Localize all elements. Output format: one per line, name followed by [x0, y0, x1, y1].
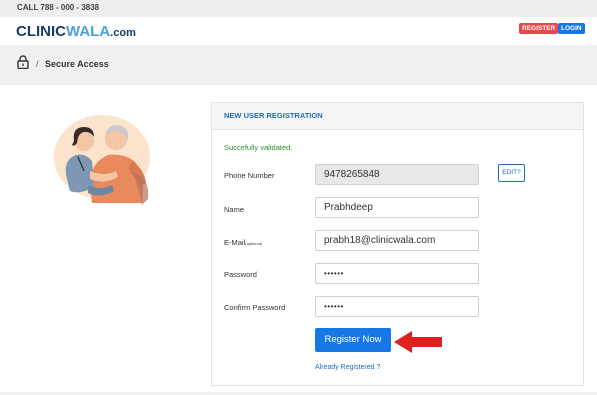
logo-part-com: .com — [110, 27, 136, 39]
register-button[interactable]: REGISTER — [519, 23, 559, 34]
header: CLINICWALA.com — [0, 17, 597, 45]
card-title: NEW USER REGISTRATION — [224, 111, 323, 120]
confirm-password-label: Confirm Password — [224, 303, 286, 312]
edit-phone-button[interactable]: EDIT? — [498, 164, 525, 182]
password-field[interactable]: •••••• — [315, 263, 479, 284]
name-field[interactable]: Prabhdeep — [315, 197, 479, 218]
call-number: CALL 788 - 000 - 3838 — [17, 3, 100, 12]
name-label: Name — [224, 205, 245, 214]
breadcrumb: / Secure Access — [0, 45, 597, 85]
lock-icon — [17, 55, 29, 69]
clinicwala-logo[interactable]: CLINICWALA.com — [16, 23, 136, 40]
already-registered-link[interactable]: Already Registered ? — [315, 364, 380, 371]
phone-label: Phone Number — [224, 171, 275, 180]
caregiver-illustration — [54, 115, 150, 205]
email-label: E-Mail(optional) — [224, 238, 262, 247]
logo-part-clinic: CLINIC — [16, 23, 66, 40]
register-now-button[interactable]: Register Now — [315, 328, 391, 352]
email-field[interactable]: prabh18@clinicwala.com — [315, 230, 479, 251]
email-optional-note: (optional) — [245, 241, 262, 246]
top-bar: CALL 788 - 000 - 3838 — [0, 0, 597, 18]
email-label-text: E-Mail — [224, 238, 246, 247]
card-header: NEW USER REGISTRATION — [212, 103, 583, 130]
breadcrumb-current: Secure Access — [45, 59, 109, 69]
confirm-password-field[interactable]: •••••• — [315, 296, 479, 317]
breadcrumb-separator: / — [36, 59, 39, 69]
logo-part-wala: WALA — [66, 23, 111, 40]
phone-field[interactable]: 9478265848 — [315, 164, 479, 185]
password-label: Password — [224, 270, 257, 279]
validation-message: Succefully validated. — [224, 143, 293, 152]
login-button[interactable]: LOGIN — [558, 23, 585, 34]
red-arrow-icon — [394, 331, 442, 353]
